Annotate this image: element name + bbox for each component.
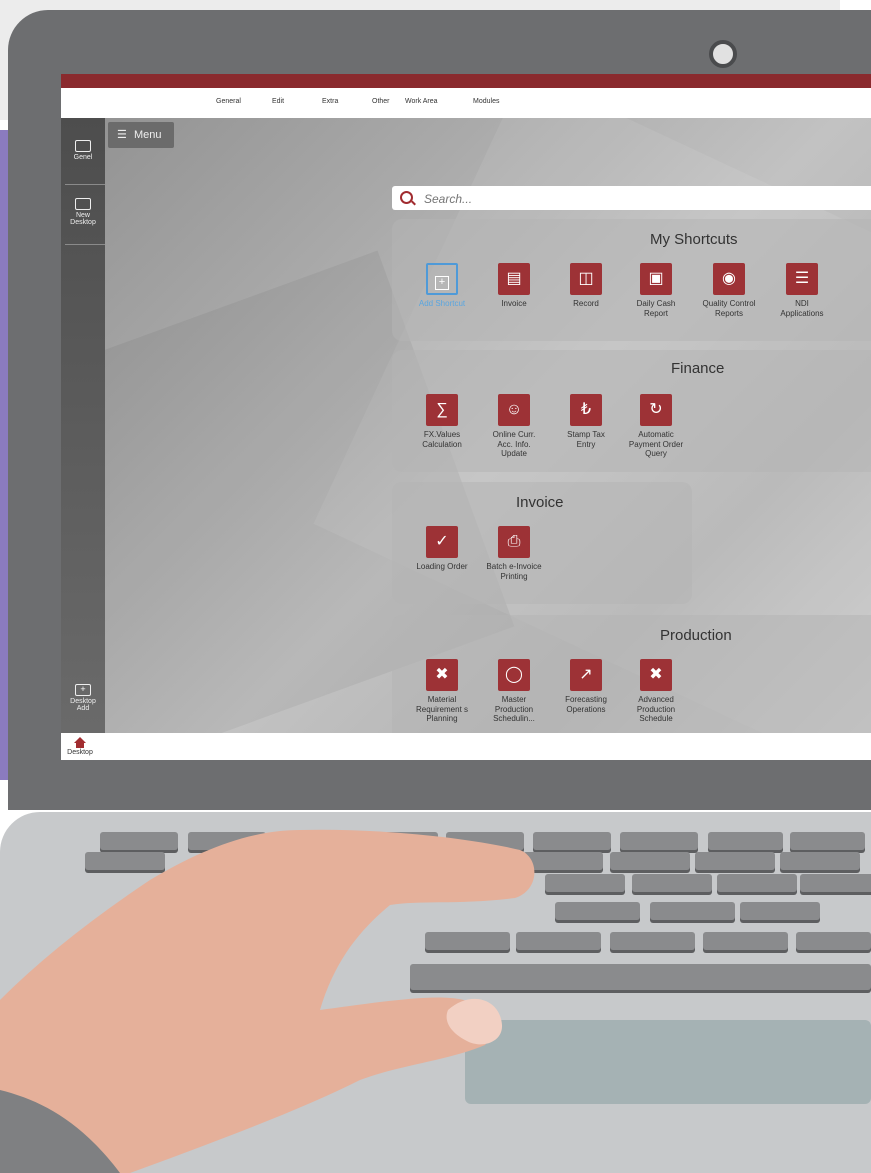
hand-illustration [0,829,535,1173]
